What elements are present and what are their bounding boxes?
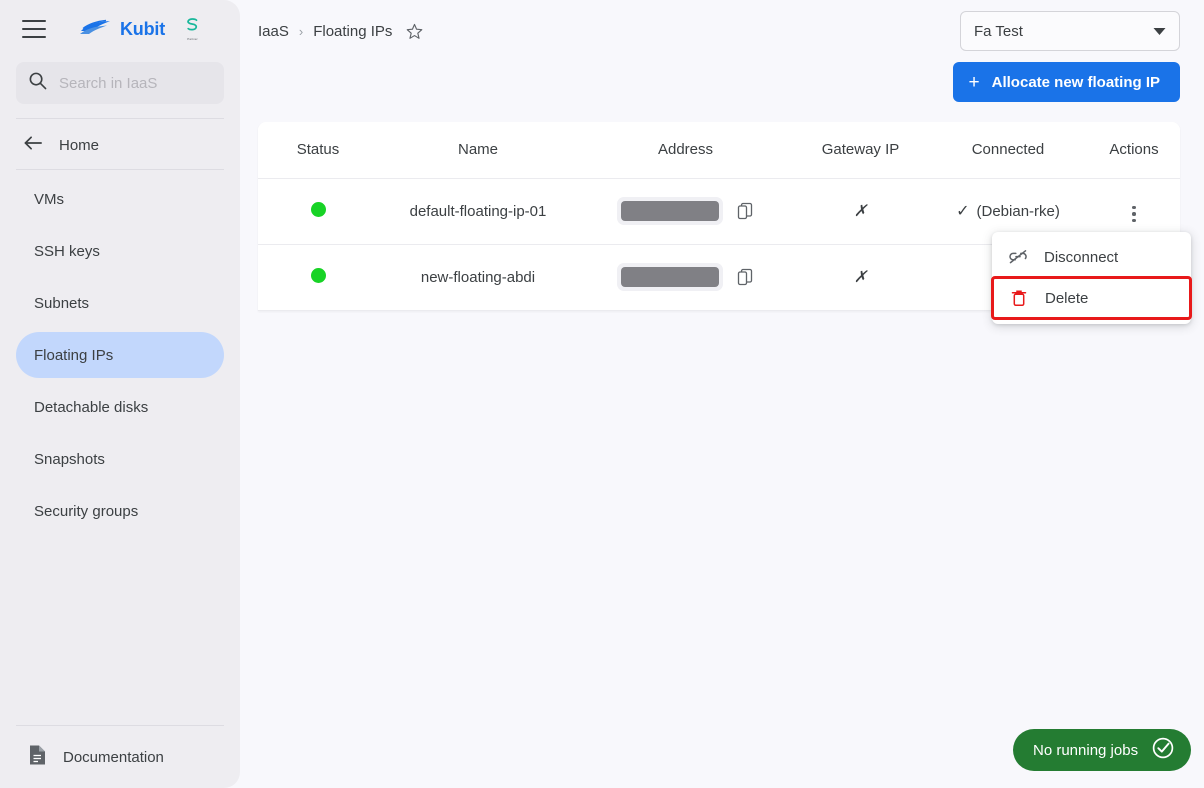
cell-name: default-floating-ip-01	[378, 178, 578, 245]
sidebar-item-detachable-disks-label: Detachable disks	[34, 398, 149, 416]
green-dot-icon	[310, 267, 326, 283]
app-root: Kubit Partner Search in IaaS Home VMs SS…	[0, 0, 1204, 788]
connected-target: (Debian-rke)	[976, 202, 1060, 220]
plus-icon: +	[968, 71, 980, 93]
sidebar-item-security-groups[interactable]: Security groups	[16, 488, 224, 534]
sidebar-item-snapshots-label: Snapshots	[34, 450, 105, 468]
document-icon	[28, 744, 47, 771]
topbar-right: Fa Test	[960, 11, 1180, 51]
copy-icon[interactable]	[737, 202, 754, 220]
sidebar-item-documentation-label: Documentation	[63, 748, 164, 766]
address-redaction	[617, 263, 723, 291]
brand-logo[interactable]: Kubit	[79, 18, 165, 41]
column-header-address: Address	[578, 122, 793, 179]
column-header-actions: Actions	[1088, 122, 1180, 179]
breadcrumb: IaaS › Floating IPs	[258, 23, 423, 40]
menu-item-disconnect-label: Disconnect	[1044, 248, 1119, 266]
sidebar-item-subnets[interactable]: Subnets	[16, 280, 224, 326]
allocate-new-floating-ip-label: Allocate new floating IP	[991, 73, 1160, 91]
sidebar-item-home-label: Home	[59, 136, 100, 154]
sidebar-item-ssh-keys[interactable]: SSH keys	[16, 228, 224, 274]
green-dot-icon	[310, 201, 326, 217]
menu-item-delete[interactable]: Delete	[991, 276, 1192, 320]
column-header-connected: Connected	[928, 122, 1088, 179]
table-head: Status Name Address Gateway IP Connected…	[258, 122, 1180, 179]
breadcrumb-root[interactable]: IaaS	[258, 23, 289, 40]
status-badge-running-jobs[interactable]: No running jobs	[1013, 729, 1192, 771]
sidebar-item-documentation[interactable]: Documentation	[0, 726, 240, 788]
column-header-gateway-ip: Gateway IP	[793, 122, 928, 179]
cell-address	[578, 178, 793, 245]
link-off-icon	[1008, 249, 1028, 265]
address-redaction	[617, 197, 723, 225]
kubit-wave-logo-icon	[79, 18, 113, 41]
sidebar-item-floating-ips[interactable]: Floating IPs	[16, 332, 224, 378]
sidebar: Kubit Partner Search in IaaS Home VMs SS…	[0, 0, 240, 788]
column-header-status: Status	[258, 122, 378, 179]
cross-icon: ✗	[853, 203, 868, 220]
topbar: IaaS › Floating IPs Fa Test	[240, 0, 1204, 62]
sidebar-header: Kubit Partner	[0, 0, 240, 58]
sidebar-item-security-groups-label: Security groups	[34, 502, 139, 520]
sidebar-divider-nav	[16, 169, 224, 170]
cell-gateway-ip: ✗	[793, 244, 928, 311]
copy-icon[interactable]	[737, 268, 754, 286]
sidebar-item-ssh-keys-label: SSH keys	[34, 242, 100, 260]
project-select-value: Fa Test	[974, 22, 1023, 40]
sidebar-item-detachable-disks[interactable]: Detachable disks	[16, 384, 224, 430]
cell-gateway-ip: ✗	[793, 178, 928, 245]
arrow-left-icon	[24, 135, 43, 156]
sidebar-item-snapshots[interactable]: Snapshots	[16, 436, 224, 482]
table-header-row: Status Name Address Gateway IP Connected…	[258, 122, 1180, 179]
menu-item-disconnect[interactable]: Disconnect	[992, 238, 1191, 276]
cell-address	[578, 244, 793, 311]
brand-name: Kubit	[120, 18, 165, 39]
cell-name: new-floating-abdi	[378, 244, 578, 311]
hamburger-icon[interactable]	[22, 20, 46, 38]
search-icon	[28, 71, 47, 95]
allocate-new-floating-ip-button[interactable]: + Allocate new floating IP	[952, 62, 1180, 102]
search-box[interactable]	[16, 62, 224, 104]
trash-icon	[1009, 289, 1029, 307]
sidebar-nav: VMs SSH keys Subnets Floating IPs Detach…	[0, 176, 240, 540]
main-content: IaaS › Floating IPs Fa Test + Allocate n…	[240, 0, 1204, 788]
partner-mark-icon	[185, 17, 200, 37]
cross-icon: ✗	[853, 269, 868, 286]
partner-sub-text: Partner	[187, 37, 198, 41]
sidebar-item-home[interactable]: Home	[0, 125, 240, 165]
kebab-menu-icon[interactable]	[1128, 202, 1140, 227]
check-icon: ✓	[956, 203, 970, 220]
partner-logo: Partner	[185, 17, 200, 41]
cell-status	[258, 178, 378, 245]
chevron-down-icon	[1153, 23, 1166, 40]
row-actions-menu: Disconnect Delete	[991, 232, 1192, 324]
sidebar-item-subnets-label: Subnets	[34, 294, 90, 312]
cell-status	[258, 244, 378, 311]
status-badge-label: No running jobs	[1033, 741, 1139, 759]
search-input[interactable]	[59, 74, 212, 92]
sidebar-item-floating-ips-label: Floating IPs	[34, 346, 114, 364]
star-outline-icon[interactable]	[406, 23, 423, 40]
breadcrumb-current[interactable]: Floating IPs	[313, 23, 392, 40]
breadcrumb-separator: ›	[298, 23, 304, 39]
sidebar-item-vms-label: VMs	[34, 190, 64, 208]
action-bar: + Allocate new floating IP	[240, 62, 1204, 114]
sidebar-divider-top	[16, 118, 224, 119]
column-header-name: Name	[378, 122, 578, 179]
check-circle-icon	[1151, 736, 1175, 764]
sidebar-item-vms[interactable]: VMs	[16, 176, 224, 222]
project-select[interactable]: Fa Test	[960, 11, 1180, 51]
menu-item-delete-label: Delete	[1045, 289, 1089, 307]
